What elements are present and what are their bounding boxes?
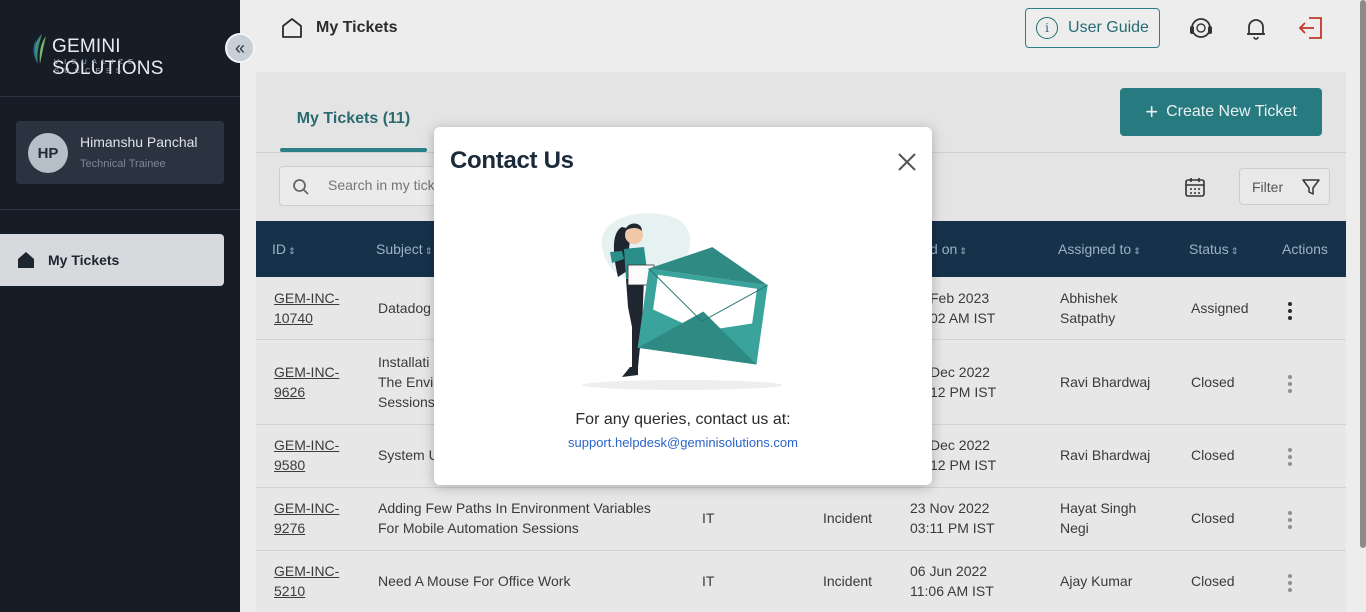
contact-illustration: [582, 213, 782, 390]
column-header-id[interactable]: ID ⇕: [272, 241, 296, 257]
column-header-status[interactable]: Status ⇕: [1189, 241, 1238, 257]
assigned-to: Ravi Bhardwaj: [1060, 447, 1151, 463]
sort-icon: ⇕: [1133, 246, 1141, 256]
home-icon: [18, 252, 34, 268]
ticket-id-link[interactable]: GEM-INC- 5210: [274, 561, 339, 601]
user-guide-label: User Guide: [1068, 19, 1149, 36]
ticket-type: Incident: [823, 573, 873, 589]
collapse-sidebar-button[interactable]: «: [225, 33, 255, 63]
sidebar: GEMINI SOLUTIONS VISUALIZE SUCCESS HP Hi…: [0, 0, 240, 612]
close-icon[interactable]: [896, 151, 918, 173]
page-title: My Tickets: [280, 16, 398, 40]
create-new-ticket-button[interactable]: + Create New Ticket: [1120, 88, 1322, 136]
ticket-subject: Installati The Envir Sessions.: [378, 354, 439, 410]
ticket-subject: Adding Few Paths In Environment Variable…: [378, 500, 651, 536]
modal-title: Contact Us: [450, 147, 574, 174]
sort-icon: ⇕: [959, 246, 967, 256]
page-title-text: My Tickets: [316, 19, 398, 36]
avatar: HP: [28, 133, 68, 173]
kebab-menu-icon[interactable]: [1288, 375, 1292, 396]
sidebar-item-label: My Tickets: [48, 252, 120, 268]
support-email-link[interactable]: support.helpdesk@geminisolutions.com: [434, 435, 932, 450]
calendar-icon[interactable]: [1184, 176, 1206, 198]
ticket-subject: System U: [378, 447, 439, 463]
table-row[interactable]: GEM-INC- 5210 Need A Mouse For Office Wor…: [256, 551, 1346, 612]
gemini-logo[interactable]: GEMINI SOLUTIONS VISUALIZE SUCCESS: [30, 30, 210, 79]
divider: [0, 209, 240, 210]
kebab-menu-icon[interactable]: [1288, 448, 1292, 469]
column-header-assigned-to[interactable]: Assigned to ⇕: [1058, 241, 1141, 257]
profile-name: Himanshu Panchal: [80, 134, 198, 150]
user-profile-card[interactable]: HP Himanshu Panchal Technical Trainee: [16, 121, 224, 184]
filter-funnel-icon: [1302, 178, 1320, 195]
table-row[interactable]: GEM-INC- 9276 Adding Few Paths In Environ…: [256, 488, 1346, 551]
column-header-subject[interactable]: Subject ⇕: [376, 241, 432, 257]
create-button-label: Create New Ticket: [1166, 103, 1297, 120]
status-text: Assigned: [1191, 300, 1249, 316]
kebab-menu-icon[interactable]: [1288, 574, 1292, 595]
filter-button[interactable]: Filter: [1239, 168, 1330, 205]
created-on: Dec 2022 12 PM IST: [930, 364, 997, 400]
assigned-to: Abhishek Satpathy: [1060, 290, 1118, 326]
created-on: 23 Nov 2022 03:11 PM IST: [910, 500, 995, 536]
column-header-actions: Actions: [1282, 241, 1328, 257]
info-icon: i: [1036, 17, 1059, 39]
ticket-id-link[interactable]: GEM-INC- 9580: [274, 435, 339, 475]
bell-icon[interactable]: [1242, 14, 1270, 42]
created-on: Dec 2022 12 PM IST: [930, 437, 997, 473]
help-support-icon[interactable]: [1187, 14, 1215, 42]
status-text: Closed: [1191, 374, 1235, 390]
divider: [0, 96, 240, 97]
leaf-logo-icon: [33, 34, 46, 64]
filter-label: Filter: [1252, 178, 1284, 195]
ticket-subject: Datadog: [378, 300, 431, 316]
ticket-id-link[interactable]: GEM-INC- 10740: [274, 288, 339, 328]
status-text: Closed: [1191, 573, 1235, 589]
assigned-to: Hayat Singh Negi: [1060, 500, 1137, 536]
contact-us-modal: Contact Us For any queries, contact us a…: [434, 127, 932, 485]
created-on: Feb 2023 02 AM IST: [930, 290, 996, 326]
ticket-category: IT: [702, 510, 715, 526]
modal-message: For any queries, contact us at:: [575, 411, 791, 428]
sidebar-item-my-tickets[interactable]: My Tickets: [0, 234, 224, 286]
created-on: 06 Jun 2022 11:06 AM IST: [910, 563, 994, 599]
kebab-menu-icon[interactable]: [1288, 511, 1292, 532]
sort-icon: ⇕: [1230, 246, 1239, 256]
assigned-to: Ravi Bhardwaj: [1060, 374, 1151, 390]
status-text: Closed: [1191, 510, 1235, 526]
sort-icon: ⇕: [288, 246, 296, 256]
kebab-menu-icon[interactable]: [1288, 302, 1292, 323]
status-text: Closed: [1191, 447, 1235, 463]
page-scrollbar[interactable]: [1360, 0, 1366, 548]
ticket-subject: Need A Mouse For Office Work: [378, 573, 571, 589]
logout-icon[interactable]: [1297, 14, 1325, 42]
ticket-id-link[interactable]: GEM-INC- 9276: [274, 498, 339, 538]
profile-role: Technical Trainee: [80, 158, 166, 170]
ticket-type: Incident: [823, 510, 873, 526]
ticket-id-link[interactable]: GEM-INC- 9626: [274, 362, 339, 402]
sort-icon: ⇕: [424, 246, 433, 256]
search-icon: [293, 179, 309, 195]
home-outline-icon: [282, 18, 302, 38]
logo-tagline: VISUALIZE SUCCESS: [54, 57, 139, 75]
ticket-category: IT: [702, 573, 715, 589]
plus-icon: +: [1145, 99, 1159, 124]
assigned-to: Ajay Kumar: [1060, 573, 1133, 589]
tab-my-tickets[interactable]: My Tickets (11): [280, 110, 427, 152]
user-guide-button[interactable]: i User Guide: [1025, 8, 1160, 48]
